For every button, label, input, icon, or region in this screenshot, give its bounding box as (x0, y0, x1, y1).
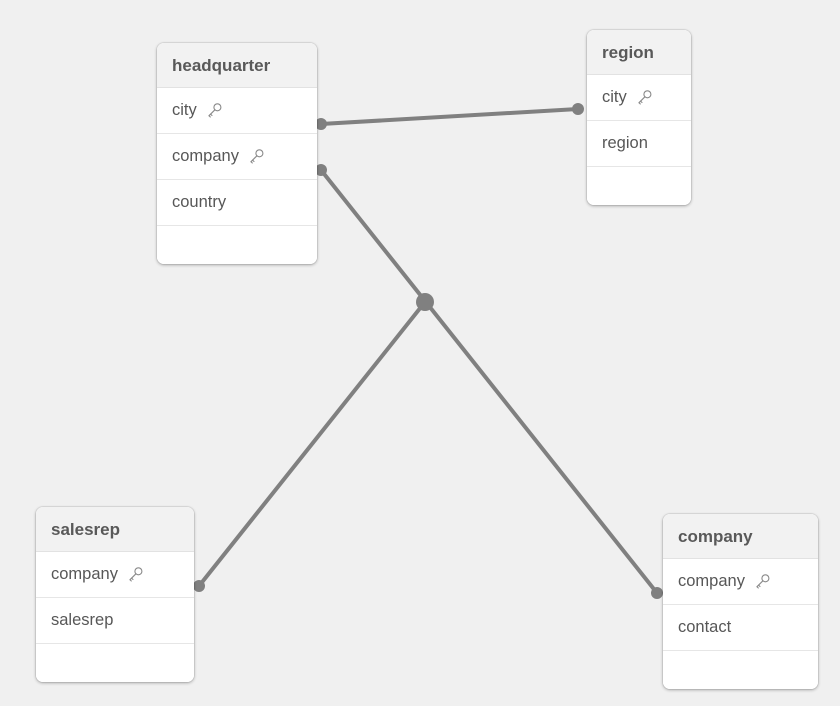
table-node-company[interactable]: company company contact (663, 514, 818, 689)
field-label: city (172, 101, 197, 119)
field-row[interactable]: company (663, 559, 818, 605)
empty-field-row[interactable] (587, 167, 691, 205)
key-icon (127, 566, 144, 583)
field-label: country (172, 193, 227, 211)
link-line[interactable] (319, 107, 580, 126)
field-label: salesrep (51, 611, 114, 629)
link-line[interactable] (319, 168, 659, 595)
table-title-headquarter[interactable]: headquarter (157, 43, 317, 88)
link-junction-dot[interactable] (416, 293, 434, 311)
field-row[interactable]: city (587, 75, 691, 121)
table-node-region[interactable]: region city region (587, 30, 691, 205)
field-row[interactable]: contact (663, 605, 818, 651)
link-endpoint-dot[interactable] (572, 103, 584, 115)
key-icon (248, 148, 265, 165)
field-label: city (602, 88, 627, 106)
table-title-salesrep[interactable]: salesrep (36, 507, 194, 552)
field-label: contact (678, 618, 732, 636)
field-row[interactable]: salesrep (36, 598, 194, 644)
field-label: company (172, 147, 239, 165)
empty-field-row[interactable] (36, 644, 194, 682)
field-label: company (678, 572, 745, 590)
diagram-canvas[interactable]: headquarter city company country region city r… (0, 0, 840, 706)
field-label: company (51, 565, 118, 583)
field-row[interactable]: region (587, 121, 691, 167)
table-node-salesrep[interactable]: salesrep company salesrep (36, 507, 194, 682)
empty-field-row[interactable] (157, 226, 317, 264)
empty-field-row[interactable] (663, 651, 818, 689)
key-icon (636, 89, 653, 106)
table-title-region[interactable]: region (587, 30, 691, 75)
field-label: region (602, 134, 648, 152)
table-title-company[interactable]: company (663, 514, 818, 559)
link-endpoint-dot[interactable] (193, 580, 205, 592)
field-row[interactable]: company (157, 134, 317, 180)
key-icon (206, 102, 223, 119)
table-node-headquarter[interactable]: headquarter city company country (157, 43, 317, 264)
field-row[interactable]: company (36, 552, 194, 598)
key-icon (754, 573, 771, 590)
field-row[interactable]: city (157, 88, 317, 134)
link-endpoint-dot[interactable] (651, 587, 663, 599)
link-line[interactable] (197, 300, 427, 588)
field-row[interactable]: country (157, 180, 317, 226)
